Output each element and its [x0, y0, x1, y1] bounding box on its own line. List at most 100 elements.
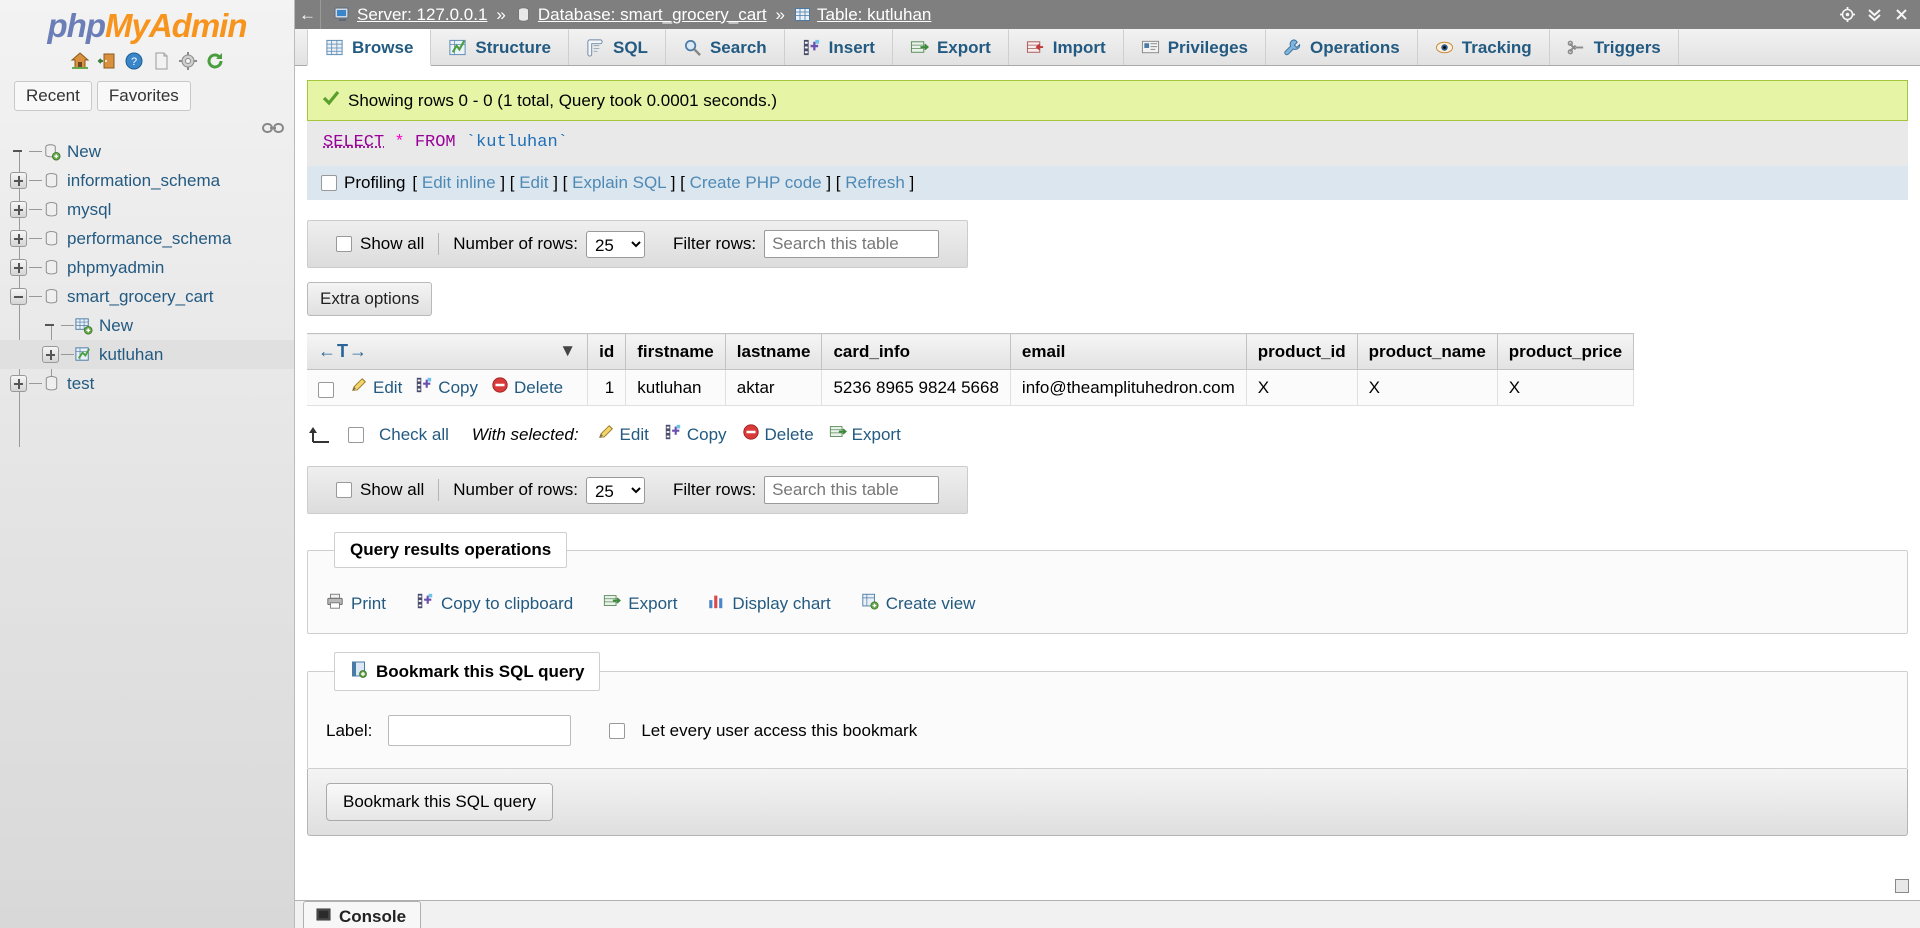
tab-insert[interactable]: Insert	[785, 29, 893, 65]
column-order-arrows[interactable]: ←T→	[318, 341, 368, 361]
profiling-link-create-php-code[interactable]: Create PHP code	[690, 173, 822, 192]
breadcrumb-table[interactable]: Table: kutluhan	[794, 5, 931, 25]
tab-search[interactable]: Search	[666, 29, 785, 65]
operation-label[interactable]: Copy to clipboard	[441, 594, 573, 614]
tree-item-mysql[interactable]: mysql	[0, 195, 294, 224]
tree-item-performance_schema[interactable]: performance_schema	[0, 224, 294, 253]
settings-icon[interactable]	[1839, 6, 1856, 23]
profiling-link-edit-inline[interactable]: Edit inline	[422, 173, 496, 192]
tree-item-test[interactable]: test	[0, 369, 294, 398]
cell-product_price[interactable]: X	[1497, 369, 1635, 406]
tab-export[interactable]: Export	[893, 29, 1009, 65]
column-header-product_id[interactable]: product_id	[1246, 333, 1358, 370]
tree-toggle[interactable]	[10, 288, 27, 305]
breadcrumb-server-link[interactable]: Server: 127.0.0.1	[357, 5, 487, 25]
operation-display-chart[interactable]: Display chart	[707, 592, 831, 615]
docs-icon[interactable]	[151, 51, 171, 71]
tree-item-phpmyadmin[interactable]: phpmyadmin	[0, 253, 294, 282]
operation-label[interactable]: Export	[628, 594, 677, 614]
column-header-product_name[interactable]: product_name	[1357, 333, 1498, 370]
show-all-checkbox-bottom[interactable]	[336, 482, 352, 498]
tree-item-kutluhan[interactable]: kutluhan	[0, 340, 294, 369]
tab-tracking[interactable]: Tracking	[1418, 29, 1550, 65]
operation-print[interactable]: Print	[326, 592, 386, 615]
operation-create-view[interactable]: Create view	[861, 592, 976, 615]
bookmark-public-checkbox[interactable]	[609, 722, 626, 739]
reload-icon[interactable]	[205, 51, 225, 71]
bulk-action-export[interactable]: Export	[829, 423, 901, 446]
operation-export[interactable]: Export	[603, 592, 677, 615]
close-icon[interactable]	[1893, 6, 1910, 23]
tab-browse[interactable]: Browse	[307, 29, 432, 66]
settings-icon[interactable]	[178, 51, 198, 71]
check-all-link[interactable]: Check all	[379, 425, 449, 445]
number-of-rows-select-bottom[interactable]: 2550100250500	[585, 476, 645, 504]
check-all-checkbox[interactable]	[348, 426, 364, 443]
cell-firstname[interactable]: kutluhan	[625, 369, 726, 406]
console-toggle[interactable]: Console	[303, 901, 422, 928]
tree-toggle[interactable]	[42, 346, 59, 363]
bulk-action-label[interactable]: Delete	[765, 425, 814, 445]
tree-item-information_schema[interactable]: information_schema	[0, 166, 294, 195]
table-row[interactable]: Edit Copy Delete 1 kutluhan aktar 5236 8965 98…	[307, 369, 1635, 406]
back-button[interactable]: ←	[295, 0, 321, 29]
row-action-label[interactable]: Copy	[438, 378, 478, 398]
tab-structure[interactable]: Structure	[431, 29, 569, 65]
row-action-label[interactable]: Edit	[373, 378, 402, 398]
select-all-arrow-icon[interactable]	[307, 426, 333, 444]
recent-tab[interactable]: Recent	[14, 81, 92, 111]
row-action-label[interactable]: Delete	[514, 378, 563, 398]
tree-toggle[interactable]	[10, 172, 27, 189]
tree-toggle[interactable]	[10, 375, 27, 392]
show-all-checkbox-top[interactable]	[336, 236, 352, 252]
favorites-tab[interactable]: Favorites	[96, 81, 191, 111]
row-select-checkbox[interactable]	[318, 381, 334, 398]
cell-email[interactable]: info@theamplituhedron.com	[1010, 369, 1247, 406]
column-header-card_info[interactable]: card_info	[821, 333, 1011, 370]
pma-logo[interactable]: phpMyAdmin	[0, 0, 294, 45]
cell-lastname[interactable]: aktar	[725, 369, 823, 406]
operation-label[interactable]: Create view	[886, 594, 976, 614]
column-header-lastname[interactable]: lastname	[725, 333, 823, 370]
bulk-action-label[interactable]: Export	[852, 425, 901, 445]
tree-toggle[interactable]	[10, 201, 27, 218]
sort-dropdown-icon[interactable]: ▼	[559, 341, 576, 361]
breadcrumb-table-link[interactable]: Table: kutluhan	[817, 5, 931, 25]
tree-item-new[interactable]: New	[0, 137, 294, 166]
number-of-rows-select-top[interactable]: 2550100250500	[585, 230, 645, 258]
bulk-action-edit[interactable]: Edit	[597, 423, 649, 446]
column-header-product_price[interactable]: product_price	[1497, 333, 1635, 370]
column-header-email[interactable]: email	[1010, 333, 1247, 370]
breadcrumb-database-link[interactable]: Database: smart_grocery_cart	[538, 5, 767, 25]
cell-product_id[interactable]: X	[1246, 369, 1358, 406]
extra-options-button[interactable]: Extra options	[307, 282, 433, 316]
tab-privileges[interactable]: Privileges	[1124, 29, 1267, 65]
filter-rows-input-bottom[interactable]	[764, 476, 940, 504]
tree-toggle[interactable]	[10, 230, 27, 247]
filter-rows-input-top[interactable]	[764, 230, 940, 258]
cell-product_name[interactable]: X	[1357, 369, 1498, 406]
bulk-action-label[interactable]: Edit	[620, 425, 649, 445]
results-nav-header[interactable]: ←T→ ▼	[307, 333, 589, 370]
tab-sql[interactable]: SQL	[569, 29, 666, 65]
profiling-link-refresh[interactable]: Refresh	[845, 173, 905, 192]
resize-handle[interactable]	[1895, 879, 1911, 895]
column-header-id[interactable]: id	[587, 333, 627, 370]
tree-toggle[interactable]	[10, 259, 27, 276]
tab-import[interactable]: Import	[1009, 29, 1124, 65]
operation-label[interactable]: Print	[351, 594, 386, 614]
tree-item-new[interactable]: New	[0, 311, 294, 340]
minimize-icon[interactable]	[1866, 6, 1883, 23]
operation-label[interactable]: Display chart	[732, 594, 830, 614]
column-header-firstname[interactable]: firstname	[625, 333, 726, 370]
profiling-link-edit[interactable]: Edit	[519, 173, 548, 192]
tree-item-smart_grocery_cart[interactable]: smart_grocery_cart	[0, 282, 294, 311]
sql-query-display[interactable]: SELECT * FROM `kutluhan`	[307, 121, 1908, 166]
help-icon[interactable]: ?	[124, 51, 144, 71]
cell-id[interactable]: 1	[587, 369, 627, 406]
logout-icon[interactable]	[97, 51, 117, 71]
profiling-checkbox[interactable]	[321, 175, 337, 191]
breadcrumb-server[interactable]: Server: 127.0.0.1	[334, 5, 487, 25]
operation-copy-to-clipboard[interactable]: Copy to clipboard	[416, 592, 573, 615]
bookmark-submit-button[interactable]: Bookmark this SQL query	[326, 783, 554, 821]
